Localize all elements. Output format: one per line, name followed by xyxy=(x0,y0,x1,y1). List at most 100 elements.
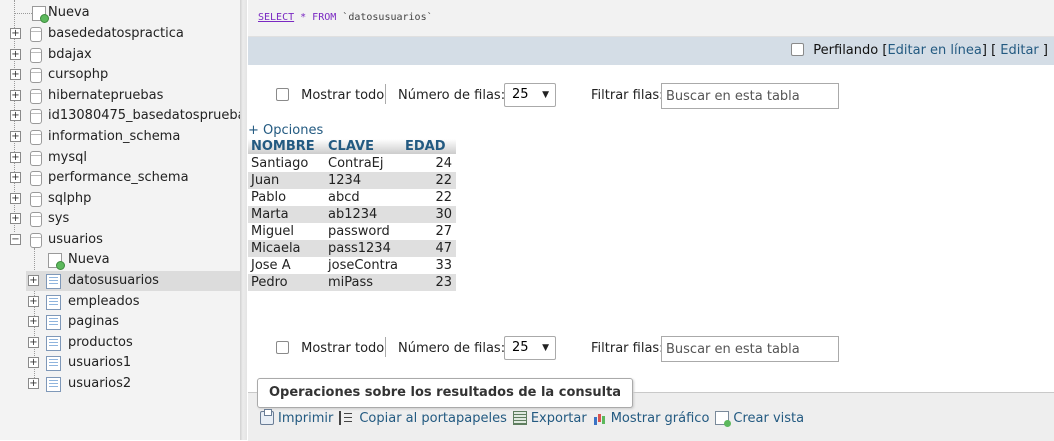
copiar-al-portapapeles-link[interactable]: Copiar al portapapeles xyxy=(339,411,507,426)
nav-table-empleados[interactable]: + empleados xyxy=(28,292,240,312)
table-cell-edad[interactable]: 22 xyxy=(402,189,457,206)
table-header-row: NOMBRE CLAVE EDAD xyxy=(248,139,457,155)
nav-database-id13080475_basedatosprueba[interactable]: + id13080475_basedatosprueba xyxy=(10,106,240,126)
profiling-checkbox[interactable] xyxy=(791,43,805,56)
table-cell-nombre[interactable]: Miguel xyxy=(248,223,325,240)
table-cell-edad[interactable]: 33 xyxy=(402,257,457,274)
table-cell-clave[interactable]: 1234 xyxy=(325,172,403,189)
nav-database-mysql[interactable]: + mysql xyxy=(10,148,240,168)
options-link[interactable]: + Opciones xyxy=(248,123,323,138)
table-row[interactable]: Miguel password 27 xyxy=(248,223,457,240)
nav-database-performance_schema[interactable]: + performance_schema xyxy=(10,168,240,188)
table-cell-edad[interactable]: 47 xyxy=(402,240,457,257)
sql-select-keyword[interactable]: SELECT xyxy=(258,12,294,23)
database-icon xyxy=(30,171,42,187)
nav-database-cursophp[interactable]: + cursophp xyxy=(10,65,240,85)
nav-table-paginas[interactable]: + paginas xyxy=(28,312,240,332)
nav-table-usuarios2[interactable]: + usuarios2 xyxy=(28,374,240,394)
table-cell-nombre[interactable]: Juan xyxy=(248,172,325,189)
expand-icon[interactable]: + xyxy=(28,357,39,369)
table-row[interactable]: Pablo abcd 22 xyxy=(248,189,457,206)
filter-rows-input[interactable] xyxy=(661,336,839,362)
table-row[interactable]: Santiago ContraEj 24 xyxy=(248,154,457,172)
sql-query-box[interactable]: SELECT * FROM `datosusuarios` xyxy=(248,0,1054,37)
table-cell-edad[interactable]: 23 xyxy=(402,274,457,291)
nav-database-bdajax[interactable]: + bdajax xyxy=(10,45,240,65)
table-cell-edad[interactable]: 27 xyxy=(402,223,457,240)
database-icon xyxy=(30,68,42,84)
expand-icon[interactable]: + xyxy=(10,131,21,142)
expand-icon[interactable]: + xyxy=(28,295,39,307)
table-cell-clave[interactable]: joseContra xyxy=(325,257,403,274)
table-row[interactable]: Micaela pass1234 47 xyxy=(248,240,457,257)
nav-database-information_schema[interactable]: + information_schema xyxy=(10,127,240,147)
expand-icon[interactable]: + xyxy=(10,172,21,184)
nav-new-database[interactable]: Nueva xyxy=(10,3,240,23)
divider xyxy=(385,84,386,104)
expand-icon[interactable]: + xyxy=(10,48,21,60)
show-all-control[interactable]: Mostrar todo xyxy=(276,341,384,356)
edit-link[interactable]: Editar xyxy=(1000,43,1039,58)
edit-inline-link[interactable]: Editar en línea xyxy=(887,43,981,58)
nav-table-usuarios1[interactable]: + usuarios1 xyxy=(28,353,240,373)
operations-legend: Operaciones sobre los resultados de la c… xyxy=(257,378,634,408)
exportar-link[interactable]: Exportar xyxy=(512,411,587,426)
show-all-checkbox[interactable] xyxy=(276,341,289,354)
rows-count-select[interactable]: 25 ▼ xyxy=(504,83,556,107)
nav-table-datosusuarios[interactable]: + datosusuarios xyxy=(26,271,240,291)
table-cell-nombre[interactable]: Jose A xyxy=(248,257,325,274)
nav-database-hibernatepruebas[interactable]: + hibernatepruebas xyxy=(10,86,240,106)
table-row[interactable]: Jose AjoseContra 33 xyxy=(248,257,457,274)
filter-rows-input[interactable] xyxy=(661,83,839,109)
show-all-control[interactable]: Mostrar todo xyxy=(276,88,384,103)
database-icon xyxy=(30,212,42,228)
table-cell-nombre[interactable]: Pablo xyxy=(248,189,325,206)
table-icon xyxy=(46,356,61,372)
nav-new-table[interactable]: Nueva xyxy=(28,250,240,270)
new-database-icon xyxy=(32,6,49,23)
nav-database-usuarios[interactable]: − usuarios xyxy=(10,230,240,250)
table-cell-clave[interactable]: password xyxy=(325,223,403,240)
expand-icon[interactable]: + xyxy=(28,316,39,328)
table-cell-nombre[interactable]: Marta xyxy=(248,206,325,223)
table-cell-nombre[interactable]: Santiago xyxy=(248,154,325,172)
expand-icon[interactable]: + xyxy=(10,28,21,39)
table-cell-nombre[interactable]: Micaela xyxy=(248,240,325,257)
expand-icon[interactable]: + xyxy=(10,89,21,101)
expand-icon[interactable]: + xyxy=(28,336,39,348)
collapse-icon[interactable]: − xyxy=(10,234,21,245)
nav-database-sqlphp[interactable]: + sqlphp xyxy=(10,189,240,209)
expand-icon[interactable]: + xyxy=(10,213,21,225)
table-cell-edad[interactable]: 22 xyxy=(402,172,457,189)
table-cell-edad[interactable]: 24 xyxy=(402,154,457,172)
expand-icon[interactable]: + xyxy=(10,151,21,163)
column-header-clave[interactable]: CLAVE xyxy=(325,139,403,155)
column-header-edad[interactable]: EDAD xyxy=(402,139,457,155)
expand-icon[interactable]: + xyxy=(10,110,21,122)
table-cell-clave[interactable]: miPass xyxy=(325,274,403,291)
table-cell-clave[interactable]: pass1234 xyxy=(325,240,403,257)
panel-resizer[interactable] xyxy=(240,0,247,440)
column-header-nombre[interactable]: NOMBRE xyxy=(248,139,325,155)
table-cell-nombre[interactable]: Pedro xyxy=(248,274,325,291)
mostrar-gr-fico-link[interactable]: Mostrar gráfico xyxy=(593,411,709,426)
expand-icon[interactable]: + xyxy=(10,192,21,204)
nav-database-sys[interactable]: + sys xyxy=(10,209,240,229)
expand-icon[interactable]: + xyxy=(10,69,21,81)
table-cell-clave[interactable]: ContraEj xyxy=(325,154,403,172)
imprimir-link[interactable]: Imprimir xyxy=(260,409,333,426)
expand-icon[interactable]: + xyxy=(28,378,39,389)
crear-vista-link[interactable]: Crear vista xyxy=(715,411,804,427)
nav-database-basededatospractica[interactable]: + basededatospractica xyxy=(10,24,240,44)
table-cell-clave[interactable]: abcd xyxy=(325,189,403,206)
table-cell-edad[interactable]: 30 xyxy=(402,206,457,223)
table-row[interactable]: Juan 1234 22 xyxy=(248,172,457,189)
rows-count-select[interactable]: 25 ▼ xyxy=(504,336,556,360)
query-toolbar: Perfilando [Editar en línea] [ Editar ] xyxy=(248,37,1054,65)
expand-icon[interactable]: + xyxy=(28,275,39,286)
table-cell-clave[interactable]: ab1234 xyxy=(325,206,403,223)
table-row[interactable]: Pedro miPass 23 xyxy=(248,274,457,291)
show-all-checkbox[interactable] xyxy=(276,88,289,101)
nav-table-productos[interactable]: + productos xyxy=(28,333,240,353)
table-row[interactable]: Marta ab1234 30 xyxy=(248,206,457,223)
